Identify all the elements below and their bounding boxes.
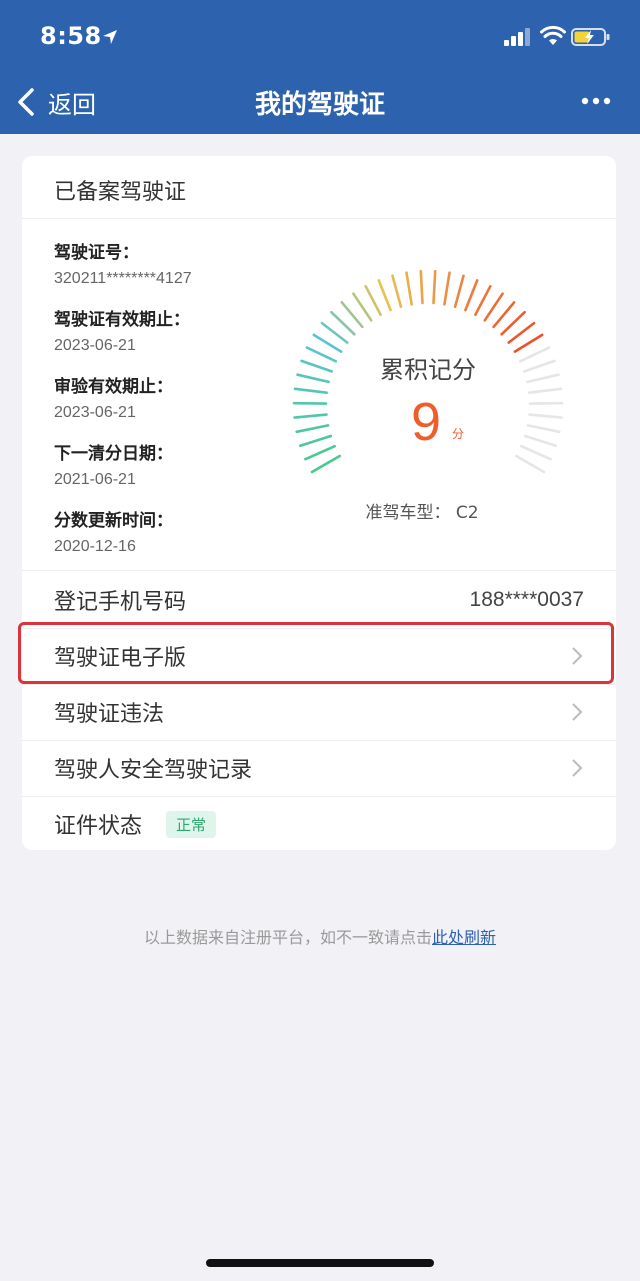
info-value: 2023-06-21 [54, 404, 136, 421]
nav-bar: 返回 我的驾驶证 [0, 76, 640, 134]
location-arrow-icon [103, 30, 117, 44]
gauge-tick [464, 279, 479, 312]
vehicle-class: 准驾车型： C2 [365, 503, 478, 523]
info-label: 分数更新时间： [54, 511, 173, 531]
info-value: 2020-12-16 [54, 538, 136, 555]
gauge-tick [523, 359, 556, 373]
gauge-score: 9 [411, 392, 441, 452]
divider [22, 570, 616, 571]
gauge-tick [526, 424, 561, 434]
refresh-link[interactable]: 此处刷新 [432, 928, 496, 947]
review-expiry-field: 审验有效期止： 2023-06-21 [54, 372, 173, 422]
gauge-tick [304, 444, 337, 461]
menu-item-label: 驾驶证违法 [54, 702, 165, 727]
menu-item-label: 驾驶人安全驾驶记录 [54, 758, 253, 783]
gauge-tick [432, 270, 437, 305]
phone-value: 188****0037 [469, 588, 584, 611]
gauge-tick [320, 321, 349, 344]
menu-item-safe-driving-record[interactable]: 驾驶人安全驾驶记录 [22, 740, 616, 796]
gauge-tick [500, 310, 526, 336]
footer-note-text: 以上数据来自注册平台，如不一致请点击 [143, 928, 432, 947]
gauge-tick [453, 274, 465, 309]
gauge-tick [300, 359, 334, 373]
home-indicator [206, 1259, 434, 1267]
status-time: 8:58 [40, 22, 102, 50]
gauge-tick [310, 454, 341, 474]
gauge-tick [518, 346, 551, 363]
gauge-title: 累积记分 [380, 356, 476, 384]
gauge-tick [312, 333, 343, 353]
gauge-tick [528, 387, 563, 394]
gauge-tick [293, 387, 329, 394]
gauge-tick [305, 346, 338, 363]
phone-label: 登记手机号码 [54, 590, 187, 615]
info-value: 320211********4127 [54, 270, 192, 287]
chevron-right-icon [572, 647, 583, 665]
next-reset-date-field: 下一清分日期： 2021-06-21 [54, 439, 173, 489]
gauge-tick [443, 271, 451, 306]
info-label: 下一清分日期： [54, 444, 173, 464]
license-expiry-field: 驾驶证有效期止： 2023-06-21 [54, 305, 190, 355]
status-bar: 8:58 [0, 0, 640, 76]
gauge-tick [507, 321, 536, 344]
app-header: 8:58 返回 我的驾驶证 [0, 0, 640, 134]
status-badge: 正常 [166, 810, 217, 838]
gauge-tick [405, 271, 413, 306]
gauge-tick [515, 454, 546, 474]
gauge-tick [377, 279, 392, 312]
menu-item-label: 驾驶证电子版 [54, 646, 187, 671]
gauge-tick [295, 424, 330, 434]
info-value: 2023-06-21 [54, 337, 136, 354]
more-menu-icon[interactable] [580, 90, 612, 112]
divider [22, 218, 616, 219]
gauge-tick [474, 284, 492, 317]
gauge-tick [520, 444, 552, 461]
gauge-tick [526, 373, 560, 384]
info-label: 驾驶证号： [54, 243, 139, 263]
status-label: 证件状态 [54, 814, 143, 839]
wifi-icon [540, 25, 566, 45]
gauge-tick [523, 434, 558, 447]
gauge-tick [483, 292, 504, 322]
gauge-tick [513, 333, 544, 353]
footer-note: 以上数据来自注册平台，如不一致请点击此处刷新 [0, 924, 640, 948]
license-number-field: 驾驶证号： 320211********4127 [54, 238, 192, 288]
score-update-time-field: 分数更新时间： 2020-12-16 [54, 506, 173, 556]
gauge-tick [296, 373, 330, 384]
license-status-row: 证件状态 正常 [22, 796, 616, 852]
gauge-tick [528, 413, 563, 419]
info-value: 2021-06-21 [54, 471, 136, 488]
battery-charging-icon [571, 28, 610, 46]
points-gauge: 累积记分 9 分准驾车型： C2 [292, 270, 564, 523]
menu-item-e-license[interactable]: 驾驶证电子版 [22, 628, 616, 684]
chevron-right-icon [572, 759, 583, 777]
gauge-tick [419, 270, 424, 305]
gauge-tick [492, 301, 516, 329]
info-label: 审验有效期止： [54, 377, 173, 397]
page-title: 我的驾驶证 [254, 90, 385, 120]
license-card: 已备案驾驶证 驾驶证号： 320211********4127 驾驶证有效期止：… [22, 156, 616, 850]
card-title: 已备案驾驶证 [54, 180, 187, 205]
gauge-tick [330, 310, 356, 336]
info-label: 驾驶证有效期止： [54, 310, 190, 330]
cellular-signal-icon [504, 28, 530, 46]
gauge-tick [298, 434, 333, 447]
phone-row: 登记手机号码 188****0037 [22, 572, 616, 628]
gauge-tick [293, 413, 328, 419]
gauge-tick [340, 301, 364, 329]
chevron-right-icon [572, 703, 583, 721]
gauge-tick [352, 292, 373, 322]
gauge-tick [391, 274, 403, 309]
gauge-unit: 分 [452, 427, 464, 441]
gauge-tick [364, 284, 382, 317]
menu-item-violations[interactable]: 驾驶证违法 [22, 684, 616, 740]
